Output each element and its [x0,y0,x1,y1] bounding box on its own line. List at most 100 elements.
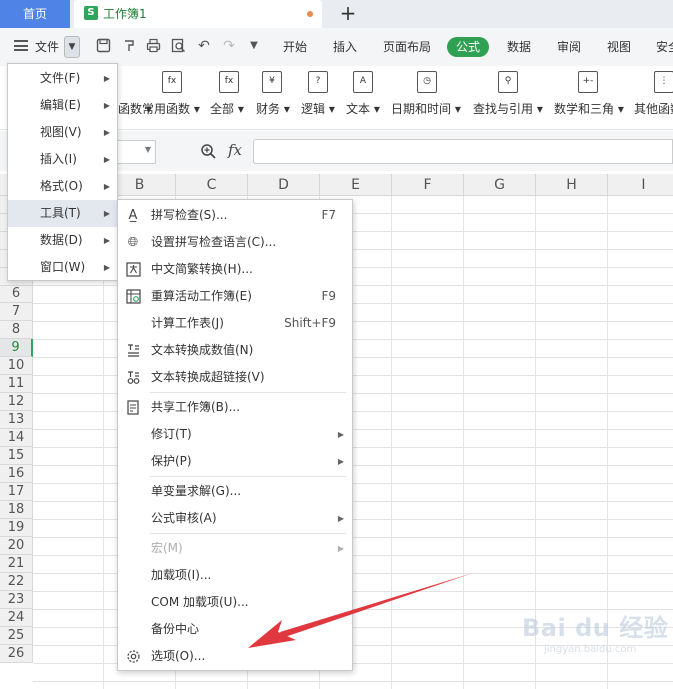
column-header[interactable]: E [320,174,392,196]
row-header[interactable]: 24 [0,609,33,627]
zoom-icon[interactable] [200,143,217,160]
new-tab-button[interactable]: + [338,2,358,24]
text-function-icon: A [353,71,373,93]
file-dropdown-button[interactable]: ▼ [64,36,80,58]
row-header[interactable]: 20 [0,537,33,555]
format-painter-icon[interactable] [121,38,137,54]
chevron-right-icon: ▶ [103,182,110,191]
menu-item-recalc-workbook[interactable]: 重算活动工作簿(E) F9 [118,283,352,310]
menu-item-text-to-hyperlink[interactable]: 文本转换成超链接(V) [118,364,352,391]
all-functions-icon: fx [219,71,239,93]
chevron-right-icon: ▶ [103,209,110,218]
row-header[interactable]: 6 [0,285,33,303]
menu-item-text-to-number[interactable]: 文本转换成数值(N) [118,337,352,364]
menu-item-edit[interactable]: 编辑(E) ▶ [8,92,117,119]
tab-formula[interactable]: 公式 [447,37,490,57]
tab-review[interactable]: 审阅 [557,28,581,66]
row-header[interactable]: 9 [0,339,33,357]
menu-item-chinese-convert[interactable]: 中文简繁转换(H)... [118,256,352,283]
save-icon[interactable] [95,38,111,54]
menu-item-formula-audit[interactable]: 公式审核(A) ▶ [118,505,352,532]
ribbon-label-math: 数学和三角 ▾ [554,102,624,116]
menu-item-share-workbook[interactable]: 共享工作簿(B)... [118,394,352,421]
menu-item-spellcheck-language[interactable]: 🌐︎ 设置拼写检查语言(C)... [118,229,352,256]
row-header[interactable]: 19 [0,519,33,537]
ribbon-label-text: 文本 ▾ [346,102,380,116]
tab-start[interactable]: 开始 [283,28,307,66]
menu-item-track-changes[interactable]: 修订(T) ▶ [118,421,352,448]
row-header[interactable]: 22 [0,573,33,591]
row-header[interactable]: 10 [0,357,33,375]
column-header[interactable]: F [392,174,464,196]
fx-icon[interactable]: fx [228,141,248,161]
chevron-right-icon: ▶ [103,74,110,83]
baidu-watermark: Bai du 经验 jingyan.baidu.com [512,600,672,670]
row-header[interactable]: 7 [0,303,33,321]
row-header[interactable]: 26 [0,645,33,663]
row-header[interactable]: 12 [0,393,33,411]
file-dropdown-menu: 文件(F) ▶ 编辑(E) ▶ 视图(V) ▶ 插入(I) ▶ 格式(O) ▶ 工具(T)… [7,63,118,281]
column-header[interactable]: D [248,174,320,196]
file-menu-label[interactable]: 文件 [35,28,59,66]
ribbon-label-other: 其他函数 [634,102,673,116]
arrow-shaft [280,573,473,638]
row-header[interactable]: 18 [0,501,33,519]
workbook-tab[interactable]: S 工作簿1 [74,0,322,28]
name-box[interactable]: ▼ [118,140,156,164]
ribbon-label-common: 常用函数 ▾ [142,102,200,116]
tab-data[interactable]: 数据 [507,28,531,66]
menu-separator [150,533,346,534]
menu-item-calc-sheet[interactable]: 计算工作表(J) Shift+F9 [118,310,352,337]
hamburger-icon[interactable] [14,40,28,51]
row-header[interactable]: 15 [0,447,33,465]
menu-item-spellcheck[interactable]: A̲ 拼写检查(S)... F7 [118,202,352,229]
red-arrow-annotation [248,573,473,648]
menu-item-tools[interactable]: 工具(T) ▶ [8,200,117,227]
row-header[interactable]: 25 [0,627,33,645]
ribbon-label-lookup: 查找与引用 ▾ [473,102,543,116]
column-header[interactable]: C [176,174,248,196]
menu-separator [150,476,346,477]
grid-line [33,681,673,682]
row-header[interactable]: 8 [0,321,33,339]
quick-access-dropdown-icon[interactable]: ▼ [246,38,262,54]
menu-item-insert[interactable]: 插入(I) ▶ [8,146,117,173]
menu-separator [150,392,346,393]
chevron-down-icon[interactable]: ▼ [145,145,151,154]
row-header[interactable]: 13 [0,411,33,429]
menu-item-protect[interactable]: 保护(P) ▶ [118,448,352,475]
menu-item-data[interactable]: 数据(D) ▶ [8,227,117,254]
print-icon[interactable] [145,38,161,54]
row-header[interactable]: 21 [0,555,33,573]
row-header[interactable]: 17 [0,483,33,501]
column-header[interactable]: G [464,174,536,196]
menu-item-file[interactable]: 文件(F) ▶ [8,65,117,92]
recalc-icon [125,289,141,305]
math-icon: +- [578,71,598,93]
gear-icon [125,649,141,665]
text-to-number-icon [125,343,141,359]
ribbon-label-datetime: 日期和时间 ▾ [391,102,461,116]
print-preview-icon[interactable] [170,38,186,54]
tab-page-layout[interactable]: 页面布局 [383,28,431,66]
tab-view[interactable]: 视图 [607,28,631,66]
redo-icon[interactable]: ↷ [221,38,237,54]
home-tab[interactable]: 首页 [0,0,70,28]
tab-insert[interactable]: 插入 [333,28,357,66]
row-header[interactable]: 16 [0,465,33,483]
menu-item-goal-seek[interactable]: 单变量求解(G)... [118,478,352,505]
tab-security[interactable]: 安全 [656,28,673,66]
menu-item-view[interactable]: 视图(V) ▶ [8,119,117,146]
menu-item-window[interactable]: 窗口(W) ▶ [8,254,117,281]
menu-item-format[interactable]: 格式(O) ▶ [8,173,117,200]
column-header[interactable]: I [608,174,673,196]
clock-icon: ◷ [417,71,437,93]
column-header[interactable]: H [536,174,608,196]
row-header[interactable]: 14 [0,429,33,447]
spreadsheet-logo-icon: S [84,6,98,20]
row-header[interactable]: 23 [0,591,33,609]
ribbon-label-logical: 逻辑 ▾ [301,102,335,116]
row-header[interactable]: 11 [0,375,33,393]
formula-input[interactable] [253,139,673,164]
undo-icon[interactable]: ↶ [196,38,212,54]
